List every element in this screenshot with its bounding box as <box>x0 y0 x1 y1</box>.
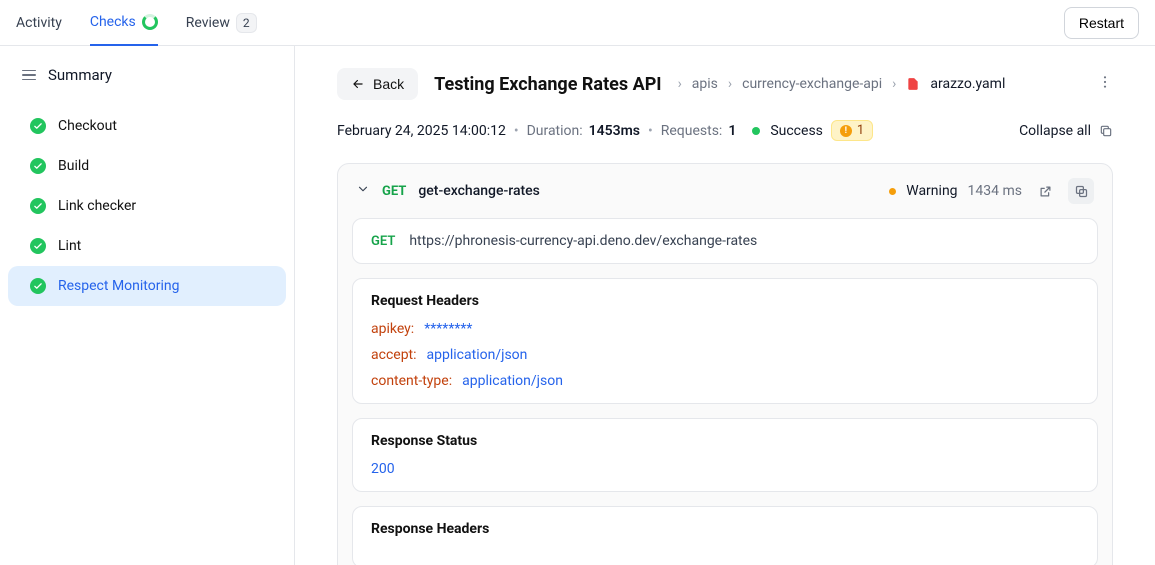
check-circle-icon <box>30 118 46 134</box>
collapse-icon <box>1099 124 1113 138</box>
breadcrumb-item[interactable]: currency-exchange-api <box>742 76 882 92</box>
request-card: GET get-exchange-rates Warning 1434 ms <box>337 163 1113 565</box>
check-circle-icon <box>30 198 46 214</box>
external-link-icon[interactable] <box>1032 178 1058 204</box>
arrow-left-icon <box>351 77 365 91</box>
breadcrumb: › apis › currency-exchange-api › arazzo.… <box>678 76 1006 92</box>
back-button[interactable]: Back <box>337 68 418 100</box>
status-code: 200 <box>371 461 1079 477</box>
check-circle-icon <box>30 158 46 174</box>
http-method: GET <box>382 184 406 199</box>
sidebar-item-lint[interactable]: Lint <box>8 226 286 266</box>
tab-review[interactable]: Review 2 <box>186 0 257 45</box>
duration-label: Duration: <box>527 123 583 139</box>
breadcrumb-separator: › <box>728 76 732 92</box>
breadcrumb-separator: › <box>678 76 682 92</box>
restart-button[interactable]: Restart <box>1064 7 1139 39</box>
copy-icon[interactable] <box>1068 178 1094 204</box>
sidebar-item-label: Build <box>58 158 89 174</box>
header-value: application/json <box>427 347 528 363</box>
dot-separator: • <box>646 123 655 139</box>
request-head-right: Warning 1434 ms <box>889 178 1094 204</box>
timestamp: February 24, 2025 14:00:12 <box>337 123 506 139</box>
tab-label: Checks <box>90 14 136 30</box>
header-key: apikey: <box>371 321 414 337</box>
sidebar-item-label: Checkout <box>58 118 117 134</box>
kebab-menu-icon[interactable] <box>1097 74 1113 94</box>
section-title: Request Headers <box>371 293 1079 309</box>
requests-label: Requests: <box>661 123 723 139</box>
sidebar-item-label: Link checker <box>58 198 136 214</box>
sidebar-list: Checkout Build Link checker Lint Respect… <box>0 102 294 310</box>
sidebar: Summary Checkout Build Link checker Lint… <box>0 46 295 565</box>
sidebar-item-link-checker[interactable]: Link checker <box>8 186 286 226</box>
sidebar-item-label: Lint <box>58 238 81 254</box>
request-card-header[interactable]: GET get-exchange-rates Warning 1434 ms <box>338 164 1112 218</box>
duration-value: 1453ms <box>589 123 640 139</box>
summary-header[interactable]: Summary <box>0 56 294 102</box>
tab-label: Review <box>186 15 230 31</box>
check-circle-icon <box>30 278 46 294</box>
warning-label: Warning <box>906 183 957 199</box>
sidebar-item-checkout[interactable]: Checkout <box>8 106 286 146</box>
operation-name: get-exchange-rates <box>418 183 540 199</box>
header-row: apikey: ******** <box>371 321 1079 337</box>
tab-checks[interactable]: Checks <box>90 1 158 46</box>
section-title: Response Status <box>371 433 1079 449</box>
meta-row: February 24, 2025 14:00:12 • Duration: 1… <box>337 120 1113 141</box>
header-key: accept: <box>371 347 417 363</box>
back-label: Back <box>373 76 404 92</box>
request-duration: 1434 ms <box>968 183 1022 199</box>
dot-separator: • <box>512 123 521 139</box>
header-value: application/json <box>462 373 563 389</box>
file-icon <box>906 77 920 91</box>
tab-activity[interactable]: Activity <box>16 0 62 45</box>
section-title: Response Headers <box>371 521 1079 537</box>
request-url-panel: GET https://phronesis-currency-api.deno.… <box>352 218 1098 264</box>
header-row: accept: application/json <box>371 347 1079 363</box>
breadcrumb-file[interactable]: arazzo.yaml <box>930 76 1005 92</box>
warning-badge: ! 1 <box>831 120 873 141</box>
status-text: Success <box>770 123 823 139</box>
tab-label: Activity <box>16 15 62 31</box>
requests-value: 1 <box>728 123 736 139</box>
status-dot-icon <box>752 127 760 135</box>
warning-dot-icon: ! <box>840 125 852 137</box>
header-value: ******** <box>424 321 472 337</box>
main-split: Summary Checkout Build Link checker Lint… <box>0 46 1155 565</box>
request-headers-panel: Request Headers apikey: ******** accept:… <box>352 278 1098 404</box>
header-key: content-type: <box>371 373 452 389</box>
top-tab-bar: Activity Checks Review 2 Restart <box>0 0 1155 46</box>
url-method: GET <box>371 234 395 249</box>
hamburger-icon <box>22 70 36 81</box>
breadcrumb-separator: › <box>892 76 896 92</box>
content-header: Back Testing Exchange Rates API › apis ›… <box>337 68 1113 100</box>
spinner-icon <box>142 14 158 30</box>
review-count-badge: 2 <box>236 13 257 33</box>
warning-dot-icon <box>889 188 896 195</box>
tabs-group: Activity Checks Review 2 <box>16 0 257 45</box>
collapse-all-label: Collapse all <box>1019 123 1091 139</box>
response-headers-panel: Response Headers <box>352 506 1098 565</box>
breadcrumb-item[interactable]: apis <box>692 76 718 92</box>
sidebar-item-build[interactable]: Build <box>8 146 286 186</box>
collapse-all-button[interactable]: Collapse all <box>1019 123 1113 139</box>
content-area[interactable]: Back Testing Exchange Rates API › apis ›… <box>295 46 1155 565</box>
sidebar-item-respect-monitoring[interactable]: Respect Monitoring <box>8 266 286 306</box>
response-status-panel: Response Status 200 <box>352 418 1098 492</box>
page-title: Testing Exchange Rates API <box>434 74 661 95</box>
check-circle-icon <box>30 238 46 254</box>
header-row: content-type: application/json <box>371 373 1079 389</box>
warning-count: 1 <box>857 123 864 138</box>
request-url: https://phronesis-currency-api.deno.dev/… <box>409 233 757 249</box>
chevron-down-icon[interactable] <box>356 182 370 200</box>
sidebar-item-label: Respect Monitoring <box>58 278 179 294</box>
summary-label: Summary <box>48 66 112 84</box>
